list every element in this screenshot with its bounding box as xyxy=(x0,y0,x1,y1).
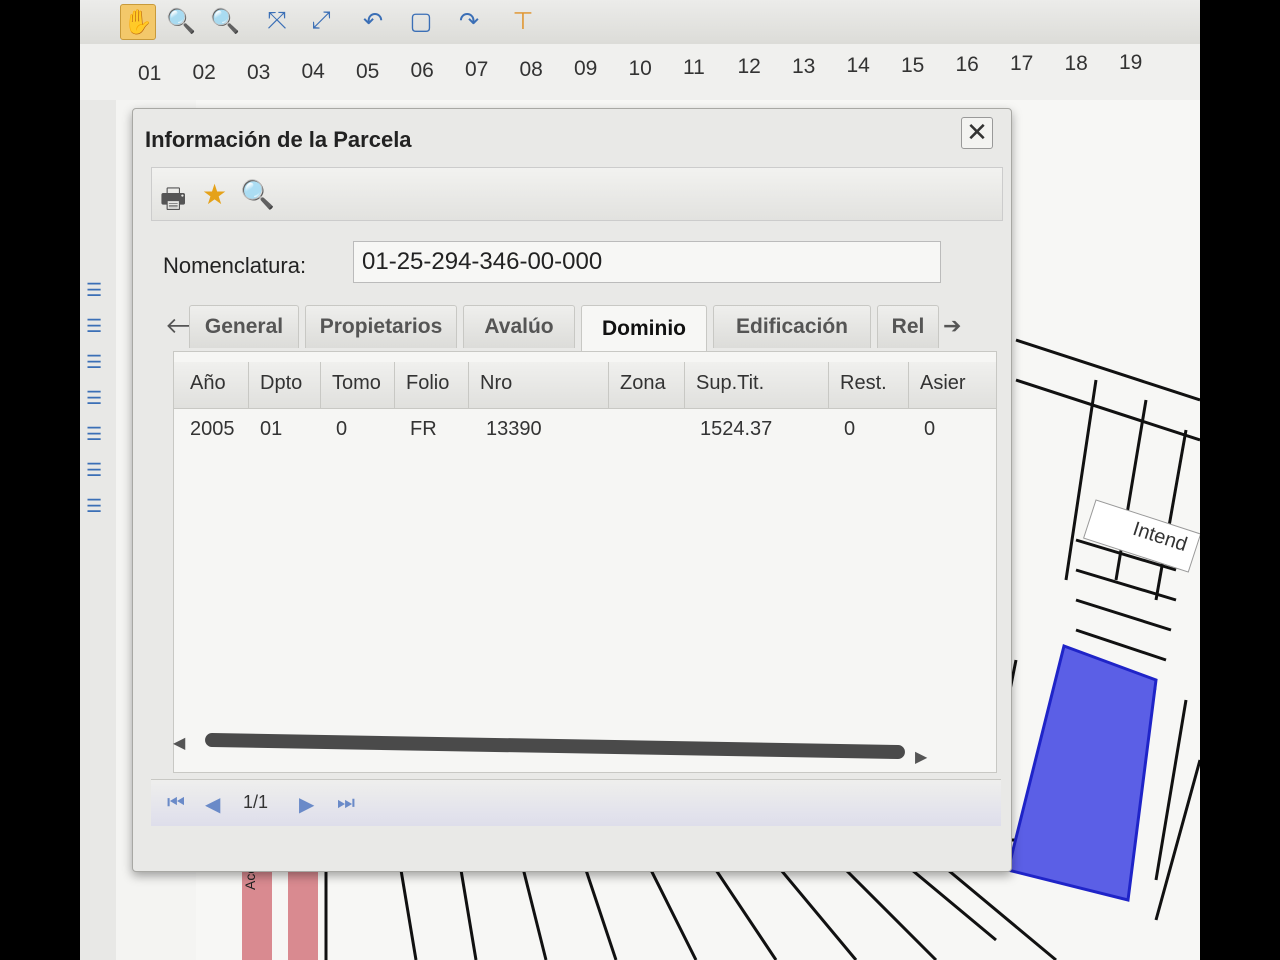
screen: ✋ 🔍 🔍 ⤧ ⤢ ↶ ▢ ↷ ⊤ 01 02 03 04 05 06 07 08 09 10 11… xyxy=(80,0,1200,960)
column-header[interactable]: Tomo xyxy=(332,372,381,395)
search-icon[interactable]: 🔍 xyxy=(240,178,275,211)
zoom-out-icon: 🔍 xyxy=(210,7,240,35)
tab-next-arrow-icon[interactable]: ➔ xyxy=(943,313,961,339)
highlighted-parcel xyxy=(1006,644,1158,902)
ruler-label: 14 xyxy=(846,54,870,78)
next-page-icon[interactable]: ▶ xyxy=(299,792,314,817)
dialog-title: Información de la Parcela xyxy=(145,127,412,152)
measure-button[interactable]: ⊤ xyxy=(506,4,540,38)
grid-header: Año Dpto Tomo Folio Nro Zona Sup.Tit. Re… xyxy=(174,362,996,409)
ruler-label: 11 xyxy=(683,56,705,79)
ruler-label: 03 xyxy=(247,60,271,84)
undo-button[interactable]: ↶ xyxy=(356,4,390,38)
cell-asiento: 0 xyxy=(924,418,936,440)
ruler-label: 18 xyxy=(1064,51,1088,75)
zoom-in-icon: 🔍 xyxy=(166,7,196,35)
parcel-info-dialog: Información de la Parcela ✕ 🖶 ★ 🔍 Nomenc… xyxy=(132,108,1012,872)
close-button[interactable]: ✕ xyxy=(961,117,993,149)
ruler-label: 06 xyxy=(410,59,434,82)
column-header[interactable]: Sup.Tit. xyxy=(696,372,764,395)
dialog-toolbar: 🖶 ★ 🔍 xyxy=(151,167,1003,221)
layer-icon[interactable]: ☰ xyxy=(86,280,110,300)
zoom-full-icon: ⤢ xyxy=(311,7,331,34)
cell-tomo: 0 xyxy=(336,418,348,440)
layer-icon[interactable]: ☰ xyxy=(86,388,110,408)
layer-icon[interactable]: ☰ xyxy=(86,424,110,444)
layer-icon[interactable]: ☰ xyxy=(86,352,110,372)
cell-dpto: 01 xyxy=(260,418,283,440)
redo-icon: ↷ xyxy=(458,7,480,35)
ruler-label: 02 xyxy=(192,61,216,85)
tab-dominio[interactable]: Dominio xyxy=(581,305,707,352)
column-header[interactable]: Nro xyxy=(480,372,512,395)
cell-folio: FR xyxy=(410,418,437,440)
scroll-right-icon[interactable]: ▶ xyxy=(915,747,927,767)
ruler-label: 15 xyxy=(901,53,925,77)
column-header[interactable]: Rest. xyxy=(840,372,887,395)
star-icon[interactable]: ★ xyxy=(202,178,227,211)
column-header[interactable]: Año xyxy=(190,372,226,395)
hand-tool-button[interactable]: ✋ xyxy=(120,4,156,40)
horizontal-scrollbar[interactable]: ◀ ▶ xyxy=(173,731,993,769)
ruler-label: 09 xyxy=(574,57,598,81)
hand-icon: ✋ xyxy=(123,8,153,36)
tab-edificacion[interactable]: Edificación xyxy=(713,305,871,348)
scroll-thumb[interactable] xyxy=(204,732,906,760)
zoom-in-button[interactable]: 🔍 xyxy=(164,4,198,38)
nomenclatura-input[interactable] xyxy=(353,241,941,283)
redo-button[interactable]: ↷ xyxy=(452,4,486,38)
ruler-label: 08 xyxy=(519,57,543,81)
tab-propietarios[interactable]: Propietarios xyxy=(305,305,457,348)
column-header[interactable]: Dpto xyxy=(260,372,302,395)
tab-rel[interactable]: Rel xyxy=(877,305,939,348)
cell-anio: 2005 xyxy=(190,418,235,440)
column-header[interactable]: Asier xyxy=(920,372,966,395)
zoom-out-button[interactable]: 🔍 xyxy=(208,4,242,38)
layer-icon[interactable]: ☰ xyxy=(86,460,110,480)
tab-strip: 🡐 General Propietarios Avalúo Dominio Ed… xyxy=(163,305,993,352)
zoom-box-button[interactable]: ▢ xyxy=(404,4,438,38)
ruler-label: 10 xyxy=(628,56,652,80)
ruler-label: 17 xyxy=(1010,52,1034,76)
left-panel: ☰ ☰ ☰ ☰ ☰ ☰ ☰ xyxy=(80,100,117,960)
cell-sup-tit: 1524.37 xyxy=(700,418,773,440)
ruler-label: 05 xyxy=(356,59,380,83)
cell-nro: 13390 xyxy=(486,418,542,440)
ruler-label: 07 xyxy=(465,58,489,82)
main-toolbar: ✋ 🔍 🔍 ⤧ ⤢ ↶ ▢ ↷ ⊤ xyxy=(80,0,1200,45)
ruler: 01 02 03 04 05 06 07 08 09 10 11 12 13 14 15 16 17 18 19 xyxy=(80,44,1200,101)
close-icon: ✕ xyxy=(966,117,988,147)
undo-icon: ↶ xyxy=(362,7,384,35)
tab-avaluo[interactable]: Avalúo xyxy=(463,305,575,348)
zoom-extent-button[interactable]: ⤧ xyxy=(260,4,294,38)
column-header[interactable]: Folio xyxy=(406,372,449,395)
ruler-label: 01 xyxy=(138,62,162,85)
zoom-box-icon: ▢ xyxy=(409,7,433,35)
scroll-left-icon[interactable]: ◀ xyxy=(173,733,185,753)
dominio-grid: Año Dpto Tomo Folio Nro Zona Sup.Tit. Re… xyxy=(173,351,997,773)
cell-rest: 0 xyxy=(844,418,856,440)
print-icon[interactable]: 🖶 xyxy=(160,178,186,226)
zoom-full-button[interactable]: ⤢ xyxy=(304,4,338,38)
ruler-label: 19 xyxy=(1119,51,1143,75)
nomenclatura-label: Nomenclatura: xyxy=(163,253,307,278)
ruler-label: 04 xyxy=(301,60,325,84)
column-header[interactable]: Zona xyxy=(620,372,666,395)
measure-icon: ⊤ xyxy=(512,7,534,35)
page-indicator: 1/1 xyxy=(243,792,269,812)
layer-icon[interactable]: ☰ xyxy=(86,496,110,516)
layer-icon[interactable]: ☰ xyxy=(86,316,110,336)
last-page-icon[interactable]: ⏭ xyxy=(337,792,355,815)
ruler-label: 13 xyxy=(792,54,816,78)
pager: ⏮ ◀ 1/1 ▶ ⏭ xyxy=(151,779,1001,826)
first-page-icon[interactable]: ⏮ xyxy=(167,792,185,815)
ruler-label: 12 xyxy=(737,55,761,79)
prev-page-icon[interactable]: ◀ xyxy=(205,792,220,817)
tab-general[interactable]: General xyxy=(189,305,299,348)
ruler-label: 16 xyxy=(955,53,979,76)
zoom-extent-icon: ⤧ xyxy=(267,7,287,34)
